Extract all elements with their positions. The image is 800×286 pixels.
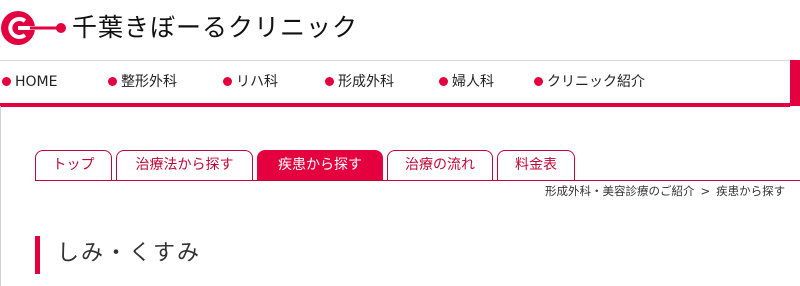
nav-item-home[interactable]: HOME [2,61,57,103]
nav-item-label: HOME [15,74,58,90]
nav-item-clinic-intro[interactable]: クリニック紹介 [534,61,645,103]
tab-price-list[interactable]: 料金表 [497,150,575,180]
page-title: しみ・くすみ [57,241,202,266]
bullet-icon [2,76,11,86]
breadcrumb-current: 疾患から探す [716,184,786,198]
site-title[interactable]: 千葉きぼーるクリニック [72,12,358,44]
nav-item-gynecology[interactable]: 婦人科 [439,61,494,103]
nav-item-plastic-surgery[interactable]: 形成外科 [325,61,394,103]
tab-treatment-flow[interactable]: 治療の流れ [387,150,493,180]
tab-top[interactable]: トップ [35,150,112,180]
bullet-icon [325,76,334,86]
breadcrumb: 形成外科・美容診療のご紹介 > 疾患から探す [545,183,785,199]
bullet-icon [534,76,543,86]
nav-item-label: 婦人科 [452,74,494,90]
bullet-icon [223,76,232,86]
global-nav: HOME 整形外科 リハ科 形成外科 婦人科 クリニック紹介 [0,60,790,107]
nav-item-label: 形成外科 [338,74,394,90]
nav-item-rehabilitation[interactable]: リハ科 [223,61,278,103]
site-header: 千葉きぼーるクリニック [0,0,800,60]
nav-item-label: リハ科 [236,74,278,90]
heading-accent-bar [35,236,40,274]
divider [0,106,1,286]
bullet-icon [439,76,448,86]
nav-item-label: 整形外科 [121,74,177,90]
clinic-logo-icon[interactable] [0,10,68,46]
tabs-divider [35,180,800,181]
breadcrumb-separator: > [700,184,711,198]
tab-by-treatment[interactable]: 治療法から探す [116,150,253,180]
nav-accent-bar [790,60,800,106]
nav-item-orthopedics[interactable]: 整形外科 [108,61,177,103]
nav-item-label: クリニック紹介 [547,74,645,90]
bullet-icon [108,76,117,86]
breadcrumb-link[interactable]: 形成外科・美容診療のご紹介 [545,184,695,198]
tab-by-condition[interactable]: 疾患から探す [257,150,383,180]
